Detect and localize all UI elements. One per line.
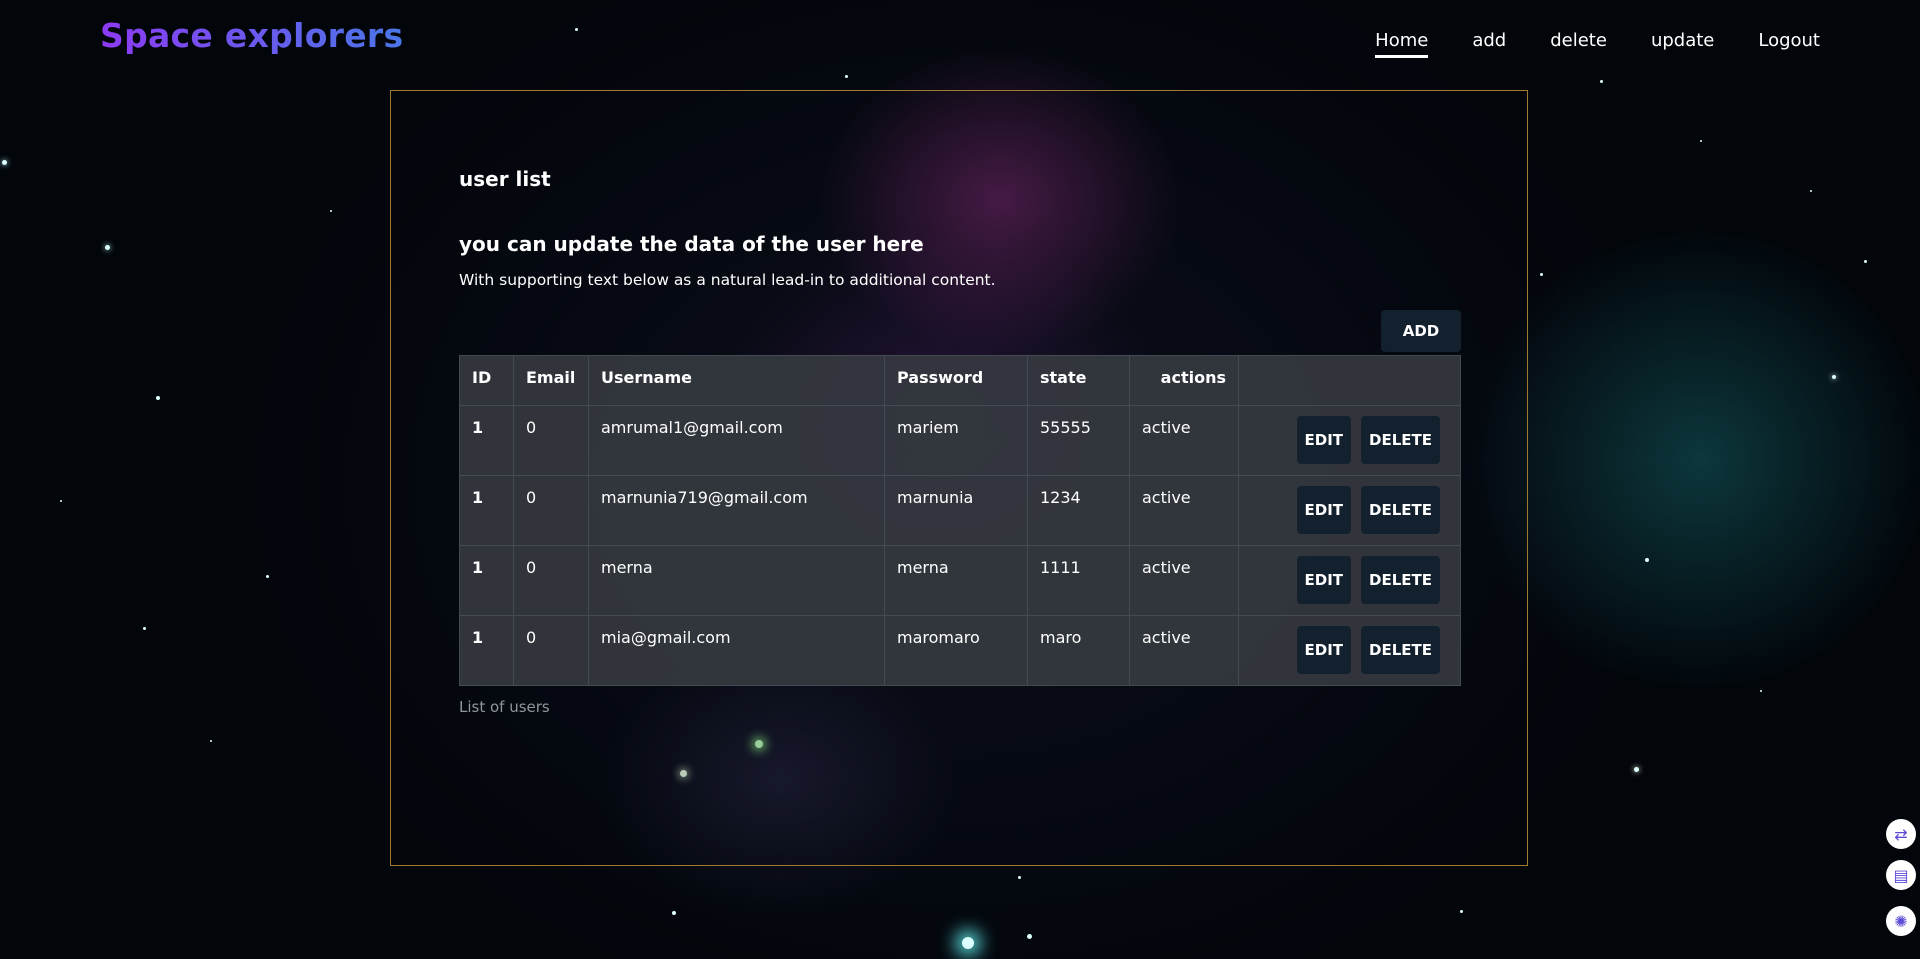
card-supporting-text: With supporting text below as a natural …: [459, 271, 996, 289]
edit-button[interactable]: EDIT: [1296, 486, 1352, 534]
nav-link-home[interactable]: Home: [1375, 30, 1429, 58]
table-cell-id: 1: [459, 545, 514, 616]
card-title: user list: [459, 167, 551, 191]
brand-logo[interactable]: Space explorers: [100, 16, 403, 55]
table-cell-actions: active: [1129, 615, 1239, 686]
star: [672, 911, 676, 915]
brain-icon[interactable]: ✺: [1886, 906, 1916, 936]
star: [210, 740, 212, 742]
column-header-state: state: [1027, 355, 1130, 406]
row-actions: EDIT DELETE: [1238, 615, 1461, 686]
table-cell-actions: active: [1129, 475, 1239, 546]
row-actions: EDIT DELETE: [1238, 405, 1461, 476]
table-cell-username: merna: [588, 545, 885, 616]
star: [330, 210, 332, 212]
star: [156, 396, 160, 400]
star: [1460, 910, 1463, 913]
column-header-actions: actions: [1129, 355, 1239, 406]
table-cell-username: mia@gmail.com: [588, 615, 885, 686]
star: [1832, 375, 1836, 379]
column-header-username: Username: [588, 355, 885, 406]
star: [1540, 273, 1543, 276]
star: [1760, 690, 1762, 692]
star: [266, 575, 269, 578]
nav-link-add[interactable]: add: [1472, 30, 1506, 58]
card-heading: you can update the data of the user here: [459, 232, 924, 256]
table-cell-state: 1234: [1027, 475, 1130, 546]
table-cell-email: 0: [513, 615, 589, 686]
add-user-button[interactable]: ADD: [1381, 310, 1461, 352]
delete-button[interactable]: DELETE: [1361, 626, 1440, 674]
table-cell-password: maromaro: [884, 615, 1028, 686]
table-row: 1 0 merna merna 1111 active EDIT DELETE: [459, 545, 1461, 616]
navbar: Space explorers Home add delete update Logou…: [0, 0, 1920, 80]
row-actions: EDIT DELETE: [1238, 545, 1461, 616]
star: [1027, 934, 1032, 939]
table-cell-state: maro: [1027, 615, 1130, 686]
edit-button[interactable]: EDIT: [1296, 416, 1352, 464]
star: [1600, 80, 1603, 83]
star: [1645, 558, 1649, 562]
edit-button[interactable]: EDIT: [1296, 556, 1352, 604]
book-icon[interactable]: ▤: [1886, 860, 1916, 890]
table-row: 1 0 mia@gmail.com maromaro maro active EDIT DEL…: [459, 615, 1461, 686]
star: [962, 937, 974, 949]
table-cell-state: 55555: [1027, 405, 1130, 476]
delete-button[interactable]: DELETE: [1361, 556, 1440, 604]
edit-button[interactable]: EDIT: [1296, 626, 1352, 674]
table-cell-password: marnunia: [884, 475, 1028, 546]
table-cell-email: 0: [513, 475, 589, 546]
column-header-email: Email: [513, 355, 589, 406]
table-cell-email: 0: [513, 405, 589, 476]
table-cell-actions: active: [1129, 405, 1239, 476]
table-cell-actions: active: [1129, 545, 1239, 616]
table-cell-username: amrumal1@gmail.com: [588, 405, 885, 476]
translate-icon[interactable]: ⇄: [1886, 819, 1916, 849]
table-row: 1 0 marnunia719@gmail.com marnunia 1234 activ…: [459, 475, 1461, 546]
table-row: 1 0 amrumal1@gmail.com mariem 55555 active EDI…: [459, 405, 1461, 476]
table-cell-id: 1: [459, 615, 514, 686]
nav-link-update[interactable]: update: [1651, 30, 1714, 58]
delete-button[interactable]: DELETE: [1361, 416, 1440, 464]
star: [1810, 190, 1812, 192]
user-list-card: user list you can update the data of the…: [390, 90, 1528, 866]
star: [60, 500, 62, 502]
column-header-password: Password: [884, 355, 1028, 406]
star: [143, 627, 146, 630]
nav-links: Home add delete update Logout: [1375, 30, 1820, 58]
table-cell-id: 1: [459, 405, 514, 476]
nav-link-delete[interactable]: delete: [1550, 30, 1607, 58]
star: [1700, 140, 1702, 142]
star: [1018, 876, 1021, 879]
nav-link-logout[interactable]: Logout: [1758, 30, 1820, 58]
star: [1634, 767, 1639, 772]
table-cell-username: marnunia719@gmail.com: [588, 475, 885, 546]
column-header-id: ID: [459, 355, 514, 406]
star: [1864, 260, 1867, 263]
table-cell-email: 0: [513, 545, 589, 616]
users-table: ID Email Username Password state actions 1 0 am…: [459, 355, 1461, 686]
table-cell-password: mariem: [884, 405, 1028, 476]
star: [105, 245, 110, 250]
table-caption: List of users: [459, 698, 550, 716]
row-actions: EDIT DELETE: [1238, 475, 1461, 546]
table-cell-password: merna: [884, 545, 1028, 616]
delete-button[interactable]: DELETE: [1361, 486, 1440, 534]
table-cell-state: 1111: [1027, 545, 1130, 616]
table-cell-id: 1: [459, 475, 514, 546]
table-header-row: ID Email Username Password state actions: [459, 355, 1461, 406]
star: [2, 160, 7, 165]
column-header-buttons: [1238, 355, 1461, 406]
